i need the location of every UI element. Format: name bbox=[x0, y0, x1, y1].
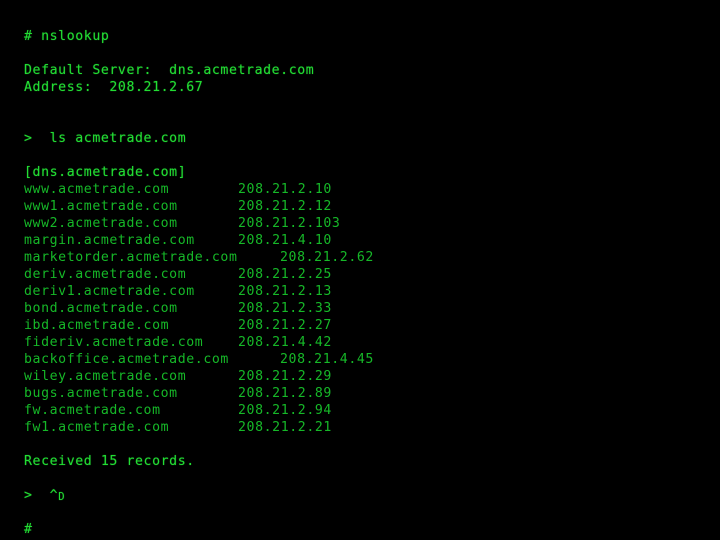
record-hostname: www.acmetrade.com bbox=[24, 182, 170, 197]
table-row: fideriv.acmetrade.com 208.21.4.42 bbox=[24, 334, 720, 351]
record-ip-address: 208.21.2.94 bbox=[238, 403, 332, 418]
nslookup-prompt-symbol: > bbox=[24, 488, 33, 503]
control-d-key: D bbox=[58, 491, 66, 503]
record-ip-address: 208.21.2.27 bbox=[238, 318, 332, 333]
table-row: ibd.acmetrade.com 208.21.2.27 bbox=[24, 317, 720, 334]
table-row: bugs.acmetrade.com 208.21.2.89 bbox=[24, 385, 720, 402]
record-hostname: bond.acmetrade.com bbox=[24, 301, 178, 316]
shell-command-nslookup: # nslookup bbox=[24, 29, 110, 44]
record-hostname: deriv1.acmetrade.com bbox=[24, 284, 195, 299]
received-records-status: Received 15 records. bbox=[24, 454, 195, 469]
table-row: backoffice.acmetrade.com 208.21.4.45 bbox=[24, 351, 720, 368]
default-server-line: Default Server: dns.acmetrade.com bbox=[24, 63, 315, 78]
record-hostname: fw.acmetrade.com bbox=[24, 403, 161, 418]
record-hostname: marketorder.acmetrade.com bbox=[24, 250, 238, 265]
record-hostname: www1.acmetrade.com bbox=[24, 199, 178, 214]
table-row: www1.acmetrade.com 208.21.2.12 bbox=[24, 198, 720, 215]
table-row: deriv.acmetrade.com 208.21.2.25 bbox=[24, 266, 720, 283]
record-hostname: ibd.acmetrade.com bbox=[24, 318, 170, 333]
record-hostname: margin.acmetrade.com bbox=[24, 233, 195, 248]
zone-header: [dns.acmetrade.com] bbox=[24, 165, 187, 180]
record-ip-address: 208.21.4.42 bbox=[238, 335, 332, 350]
control-caret: ^ bbox=[49, 488, 59, 503]
final-shell-prompt: # bbox=[24, 522, 33, 537]
table-row: margin.acmetrade.com 208.21.4.10 bbox=[24, 232, 720, 249]
record-ip-address: 208.21.2.103 bbox=[238, 216, 341, 231]
record-ip-address: 208.21.2.89 bbox=[238, 386, 332, 401]
record-ip-address: 208.21.2.10 bbox=[238, 182, 332, 197]
table-row: fw.acmetrade.com 208.21.2.94 bbox=[24, 402, 720, 419]
record-ip-address: 208.21.2.62 bbox=[280, 250, 374, 265]
table-row: www2.acmetrade.com 208.21.2.103 bbox=[24, 215, 720, 232]
table-row: www.acmetrade.com 208.21.2.10 bbox=[24, 181, 720, 198]
record-ip-address: 208.21.2.13 bbox=[238, 284, 332, 299]
table-row: wiley.acmetrade.com 208.21.2.29 bbox=[24, 368, 720, 385]
record-ip-address: 208.21.2.33 bbox=[238, 301, 332, 316]
record-hostname: fideriv.acmetrade.com bbox=[24, 335, 204, 350]
record-ip-address: 208.21.2.12 bbox=[238, 199, 332, 214]
record-hostname: backoffice.acmetrade.com bbox=[24, 352, 229, 367]
default-address-line: Address: 208.21.2.67 bbox=[24, 80, 204, 95]
terminal-window[interactable]: # nslookup Default Server: dns.acmetrade… bbox=[0, 0, 720, 540]
eof-prompt-line: > ^D bbox=[24, 487, 720, 504]
record-ip-address: 208.21.2.29 bbox=[238, 369, 332, 384]
table-row: deriv1.acmetrade.com 208.21.2.13 bbox=[24, 283, 720, 300]
record-ip-address: 208.21.4.45 bbox=[280, 352, 374, 367]
record-hostname: bugs.acmetrade.com bbox=[24, 386, 178, 401]
table-row: bond.acmetrade.com 208.21.2.33 bbox=[24, 300, 720, 317]
record-ip-address: 208.21.4.10 bbox=[238, 233, 332, 248]
record-hostname: deriv.acmetrade.com bbox=[24, 267, 187, 282]
table-row: marketorder.acmetrade.com 208.21.2.62 bbox=[24, 249, 720, 266]
record-hostname: wiley.acmetrade.com bbox=[24, 369, 187, 384]
nslookup-command-ls: > ls acmetrade.com bbox=[24, 131, 187, 146]
record-ip-address: 208.21.2.21 bbox=[238, 420, 332, 435]
record-hostname: www2.acmetrade.com bbox=[24, 216, 178, 231]
dns-record-list: www.acmetrade.com 208.21.2.10 www1.acmetra… bbox=[24, 181, 720, 436]
table-row: fw1.acmetrade.com 208.21.2.21 bbox=[24, 419, 720, 436]
record-hostname: fw1.acmetrade.com bbox=[24, 420, 170, 435]
record-ip-address: 208.21.2.25 bbox=[238, 267, 332, 282]
